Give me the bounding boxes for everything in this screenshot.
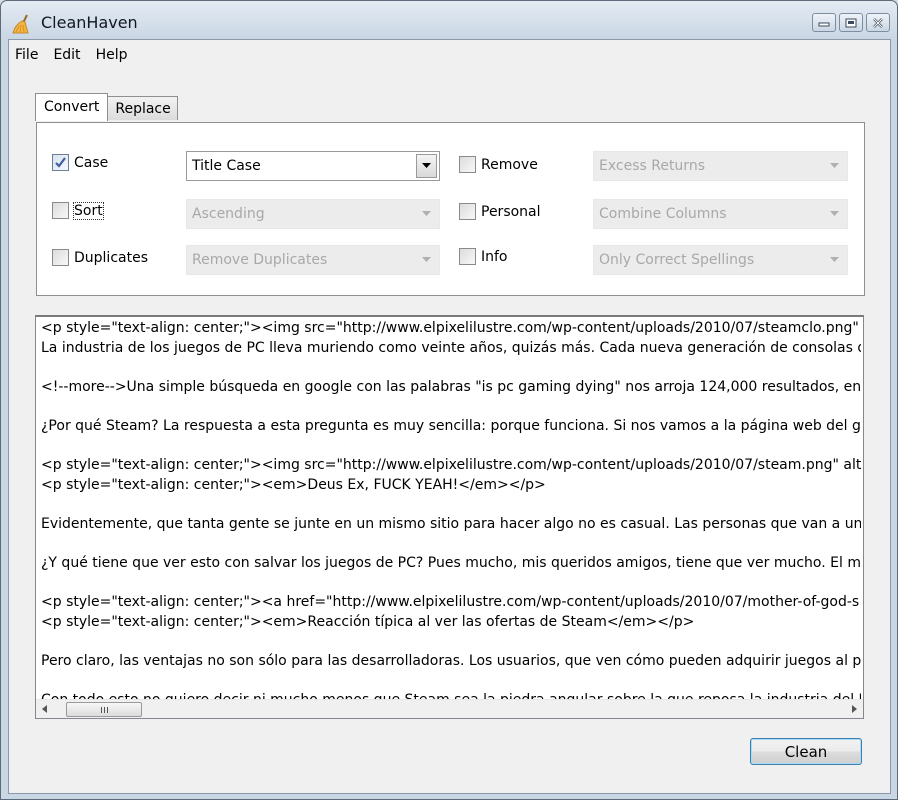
broom-icon: [12, 14, 29, 34]
client-area: File Edit Help Convert Replace Case Titl…: [8, 39, 891, 794]
title-bar[interactable]: CleanHaven: [1, 1, 897, 41]
case-option[interactable]: Case: [52, 154, 108, 171]
case-select[interactable]: Title Case: [186, 151, 440, 181]
editor-line: <p style="text-align: center;"><em>Deus …: [41, 476, 546, 493]
sort-option[interactable]: Sort: [52, 201, 104, 220]
case-label: Case: [74, 154, 109, 171]
info-select[interactable]: Only Correct Spellings: [593, 245, 848, 275]
info-checkbox[interactable]: [459, 248, 476, 265]
editor-line: <!--more-->Una simple búsqueda en google…: [41, 378, 861, 395]
minimize-button[interactable]: [812, 13, 836, 32]
personal-select-value: Combine Columns: [599, 206, 727, 222]
personal-select[interactable]: Combine Columns: [593, 199, 848, 229]
tab-strip: Convert Replace: [35, 93, 178, 121]
case-checkbox[interactable]: [52, 154, 69, 171]
menu-edit[interactable]: Edit: [47, 44, 86, 66]
remove-option[interactable]: Remove: [459, 156, 538, 173]
chevron-down-icon[interactable]: [416, 154, 437, 178]
remove-label: Remove: [481, 156, 538, 173]
duplicates-select[interactable]: Remove Duplicates: [186, 245, 440, 275]
editor-line: La industria de los juegos de PC lleva m…: [41, 339, 861, 356]
sort-label: Sort: [73, 201, 104, 220]
menu-file[interactable]: File: [9, 44, 44, 66]
menu-help[interactable]: Help: [90, 44, 134, 66]
editor-content[interactable]: <p style="text-align: center;"><img src=…: [41, 319, 861, 701]
remove-checkbox[interactable]: [459, 156, 476, 173]
duplicates-select-value: Remove Duplicates: [192, 252, 328, 268]
personal-option[interactable]: Personal: [459, 203, 541, 220]
grip-icon: [100, 706, 108, 713]
personal-label: Personal: [481, 203, 541, 220]
maximize-button[interactable]: [839, 13, 863, 32]
chevron-down-icon: [824, 154, 845, 178]
tab-replace[interactable]: Replace: [107, 96, 178, 120]
chevron-down-icon: [416, 202, 437, 226]
close-icon: [873, 17, 883, 28]
sort-select-value: Ascending: [192, 206, 265, 222]
personal-checkbox[interactable]: [459, 203, 476, 220]
scroll-right-button[interactable]: [846, 700, 863, 718]
horizontal-scrollbar[interactable]: [36, 699, 863, 718]
text-editor[interactable]: <p style="text-align: center;"><img src=…: [35, 315, 864, 719]
convert-panel: Case Title Case Sort Ascending Duplicate…: [36, 122, 865, 296]
sort-select[interactable]: Ascending: [186, 199, 440, 229]
maximize-icon: [845, 18, 857, 27]
editor-line: <p style="text-align: center;"><em>Reacc…: [41, 613, 695, 630]
info-option[interactable]: Info: [459, 248, 508, 265]
editor-line: <p style="text-align: center;"><a href="…: [41, 594, 860, 611]
tab-convert[interactable]: Convert: [35, 93, 109, 121]
close-button[interactable]: [866, 13, 890, 32]
duplicates-label: Duplicates: [74, 249, 148, 266]
app-window: CleanHaven File Edit Help Convert Replac…: [0, 0, 898, 800]
remove-select[interactable]: Excess Returns: [593, 151, 848, 181]
scrollbar-thumb[interactable]: [66, 702, 142, 717]
chevron-down-icon: [824, 248, 845, 272]
editor-line: Evidentemente, que tanta gente se junte …: [41, 515, 861, 532]
menu-bar: File Edit Help: [9, 44, 136, 66]
case-select-value: Title Case: [192, 158, 261, 174]
editor-line: <p style="text-align: center;"><img src=…: [41, 320, 861, 336]
chevron-down-icon: [824, 202, 845, 226]
editor-line: ¿Por qué Steam? La respuesta a esta preg…: [41, 417, 861, 434]
duplicates-option[interactable]: Duplicates: [52, 249, 148, 266]
remove-select-value: Excess Returns: [599, 158, 705, 174]
sort-checkbox[interactable]: [52, 202, 69, 219]
editor-line: ¿Y qué tiene que ver esto con salvar los…: [41, 555, 861, 572]
editor-line: Pero claro, las ventajas no son sólo par…: [41, 653, 861, 670]
checkmark-icon: [55, 157, 66, 168]
duplicates-checkbox[interactable]: [52, 249, 69, 266]
arrow-right-icon: [852, 705, 857, 713]
minimize-icon: [818, 22, 830, 26]
window-title: CleanHaven: [41, 13, 138, 32]
scroll-left-button[interactable]: [36, 700, 53, 718]
info-label: Info: [481, 248, 508, 265]
clean-button[interactable]: Clean: [750, 738, 862, 765]
editor-line: <p style="text-align: center;"><img src=…: [41, 457, 861, 474]
info-select-value: Only Correct Spellings: [599, 252, 755, 268]
chevron-down-icon: [416, 248, 437, 272]
arrow-left-icon: [42, 705, 47, 713]
